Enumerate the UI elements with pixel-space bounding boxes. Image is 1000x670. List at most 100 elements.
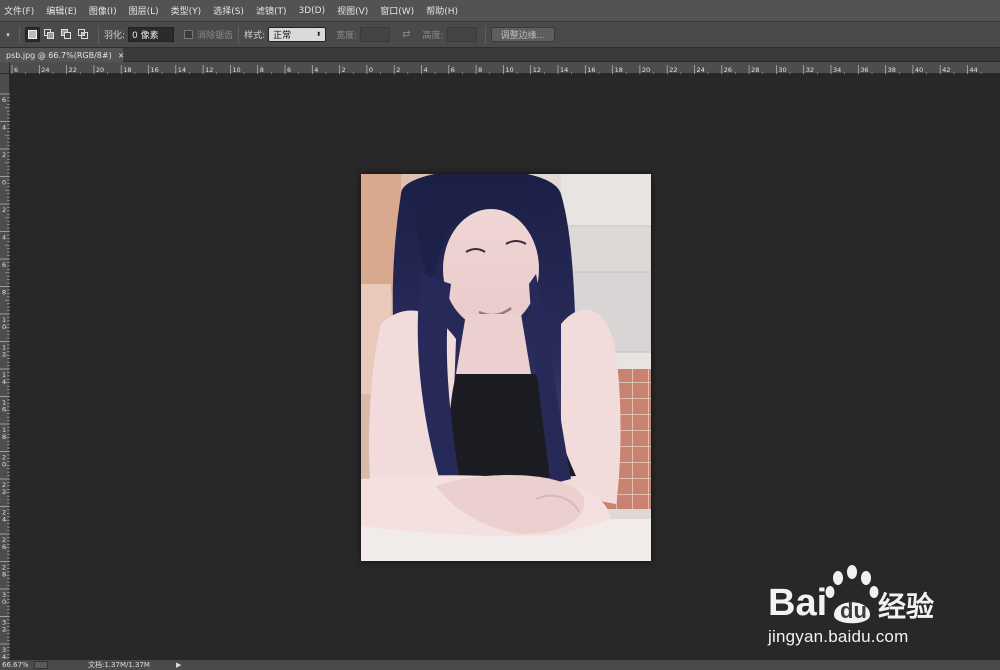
ruler-label: 10 [505,66,513,74]
ruler-label: 4 [424,66,428,74]
intersect-selection-icon [78,29,88,39]
divider [484,25,486,44]
ruler-label: 42 [942,66,950,74]
horizontal-ruler[interactable]: 6 24 22 20 18 16 14 12 10 8 6 4 2 0 2 4 6 8 10 12 14 16 18 20 22… [10,62,1000,77]
ruler-label: 38 [888,66,896,74]
ruler-label: 2 [342,66,346,74]
ruler-label: 18 [123,66,131,74]
watermark-url: jingyan.baidu.com [768,627,909,646]
style-select[interactable]: 正常 ⬍ [268,27,327,42]
document-image[interactable] [361,174,651,561]
ruler-label: 6 [287,66,291,74]
ruler-label: 10 [232,66,240,74]
portrait-photo [361,174,651,561]
feather-input[interactable]: 0 像素 [128,27,175,42]
options-bar: ▾ 羽化: 0 像素 消除锯齿 样式: 正常 ⬍ 宽度: ⇄ 高度: 调整边缘.… [0,22,1000,48]
ruler-label: 6 [2,406,6,414]
ruler-label: 0 [369,66,373,74]
divider [98,25,99,44]
vertical-ruler-ticks: 6420246810121416182022242628303234 [0,93,10,669]
width-input[interactable] [360,27,391,42]
ruler-label: 24 [41,66,49,74]
ruler-label: 2 [2,351,6,359]
photoshop-window: 文件(F) 编辑(E) 图像(I) 图层(L) 类型(Y) 选择(S) 滤镜(T… [0,0,1000,670]
menu-layer[interactable]: 图层(L) [129,4,159,17]
select-arrows-icon: ⬍ [316,31,322,38]
ruler-label: 2 [2,206,6,214]
watermark-brand: Bai [768,582,827,624]
ruler-label: 12 [533,66,541,74]
status-preview-button[interactable] [34,661,48,669]
menu-filter[interactable]: 滤镜(T) [256,4,287,17]
menu-window[interactable]: 窗口(W) [380,4,414,17]
antialias-label: 消除锯齿 [197,31,234,41]
tool-preset-dropdown[interactable]: ▾ [2,26,14,44]
ruler-label: 44 [970,66,978,74]
ruler-origin[interactable] [0,62,10,74]
zoom-level[interactable]: 66.67% [2,661,34,669]
add-selection-icon [44,29,54,39]
ruler-label: 26 [724,66,732,74]
style-label: 样式: [244,31,266,41]
document-tab-bar: psb.jpg @ 66.7%(RGB/8#) × [0,48,1000,62]
menu-file[interactable]: 文件(F) [4,4,34,17]
ruler-label: 0 [2,179,6,187]
height-label: 高度: [422,31,444,41]
ruler-label: 28 [751,66,759,74]
ruler-label: 6 [14,66,18,74]
vertical-ruler[interactable]: 6420246810121416182022242628303234 [0,74,10,669]
height-input[interactable] [446,27,477,42]
ruler-label: 6 [2,261,6,269]
menu-image[interactable]: 图像(I) [89,4,117,17]
intersect-selection-button[interactable] [76,27,91,42]
refine-edge-button[interactable]: 调整边缘... [490,27,556,42]
ruler-label: 6 [451,66,455,74]
ruler-label: 8 [2,433,6,441]
ruler-label: 20 [642,66,650,74]
ruler-label: 4 [2,234,6,242]
new-selection-button[interactable] [25,27,40,42]
menu-help[interactable]: 帮助(H) [426,4,458,17]
divider [19,25,20,44]
menu-view[interactable]: 视图(V) [337,4,368,17]
ruler-label: 32 [806,66,814,74]
width-label: 宽度: [336,31,358,41]
document-tab[interactable]: psb.jpg @ 66.7%(RGB/8#) × [0,48,125,62]
menu-select[interactable]: 选择(S) [213,4,244,17]
menu-type[interactable]: 类型(Y) [171,4,202,17]
ruler-label: 8 [260,66,264,74]
close-icon[interactable]: × [118,51,125,60]
ruler-label: 8 [2,571,6,579]
ruler-label: 14 [560,66,568,74]
ruler-label: 6 [2,543,6,551]
menu-edit[interactable]: 编辑(E) [46,4,77,17]
ruler-label: 30 [778,66,786,74]
status-menu-arrow-icon[interactable]: ▶ [176,661,181,669]
ruler-label: 4 [2,516,6,524]
swap-dimensions-icon[interactable]: ⇄ [402,29,410,40]
ruler-label: 24 [697,66,705,74]
subtract-selection-icon [61,29,71,39]
ruler-label: 16 [151,66,159,74]
ruler-label: 14 [178,66,186,74]
ruler-label: 0 [2,598,6,606]
ruler-label: 16 [587,66,595,74]
menu-3d[interactable]: 3D(D) [298,6,325,16]
ruler-label: 22 [669,66,677,74]
new-selection-icon [28,30,37,39]
antialias-checkbox[interactable] [184,30,194,39]
ruler-label: 20 [96,66,104,74]
ruler-label: 2 [2,488,6,496]
ruler-label: 6 [2,96,6,104]
ruler-label: 40 [915,66,923,74]
ruler-label: 34 [833,66,841,74]
document-tab-title: psb.jpg @ 66.7%(RGB/8#) [6,50,112,60]
ruler-label: 0 [2,323,6,331]
subtract-selection-button[interactable] [59,27,74,42]
status-bar: 66.67% 文档:1.37M/1.37M ▶ [0,660,1000,670]
ruler-label: 4 [2,378,6,386]
add-to-selection-button[interactable] [42,27,57,42]
ruler-label: 4 [314,66,318,74]
ruler-label: 22 [69,66,77,74]
watermark-du: du [840,598,867,623]
